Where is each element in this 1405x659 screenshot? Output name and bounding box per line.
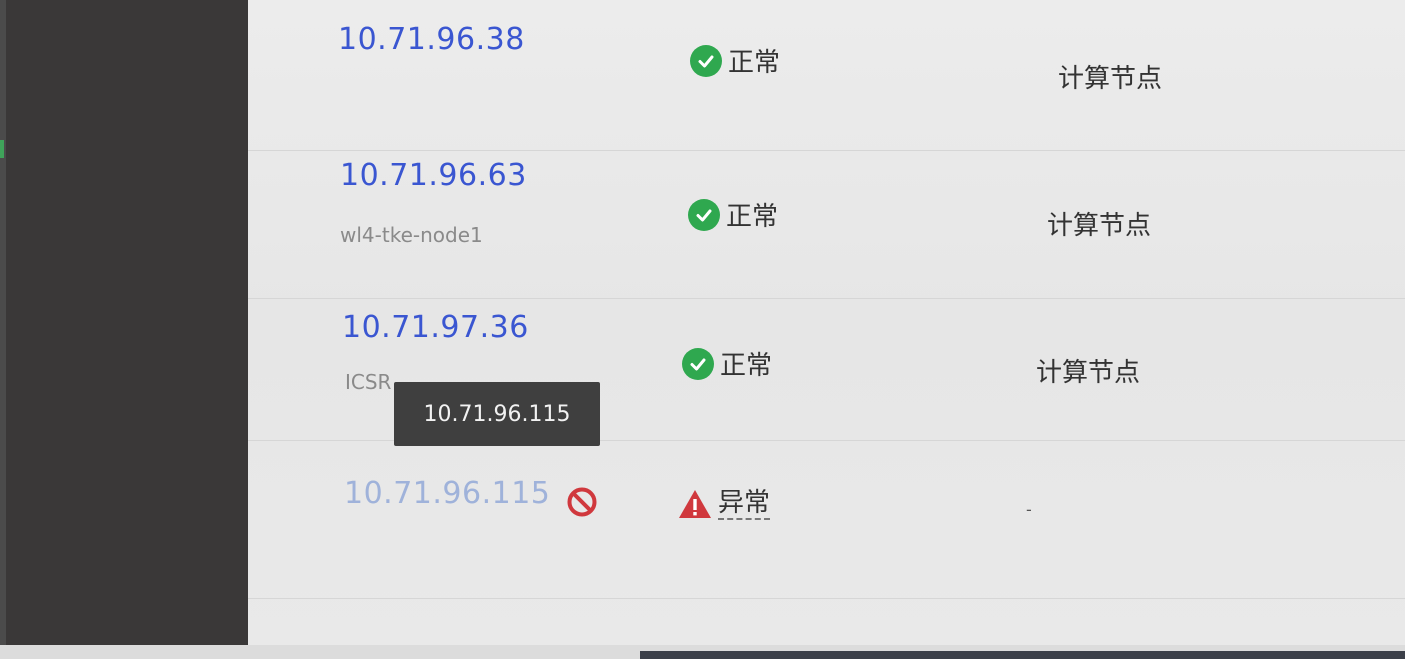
role-label: - [1026,500,1032,519]
status-label[interactable]: 异常 [718,488,771,520]
node-ip-link[interactable]: 10.71.96.38 [338,22,525,57]
tooltip-text: 10.71.96.115 [423,401,571,427]
check-circle-icon [682,347,714,380]
status-cell: 正常 [682,345,772,382]
node-hostname: ICSR [345,370,392,394]
status-cell: 正常 [690,42,780,79]
warning-triangle-icon [678,489,712,519]
row-divider [248,598,1405,599]
role-label: 计算节点 [1036,358,1141,388]
bottom-strip [0,645,1405,659]
check-circle-icon [690,44,722,77]
node-hostname: wl4-tke-node1 [340,223,483,247]
sidebar-active-marker [0,140,4,158]
role-label: 计算节点 [1047,211,1152,241]
left-sidebar [0,0,248,645]
row-divider [248,150,1405,151]
role-label: 计算节点 [1058,64,1163,94]
node-ip-link[interactable]: 10.71.96.63 [340,158,527,193]
ip-tooltip: 10.71.96.115 [394,382,600,446]
taskbar-edge [640,651,1405,659]
node-ip-link[interactable]: 10.71.96.115 [344,476,550,511]
status-cell: 正常 [688,196,778,233]
forbidden-icon [566,486,598,518]
status-label: 正常 [728,48,781,78]
check-circle-icon [688,198,720,231]
status-cell: 异常 [678,488,771,520]
sidebar-edge [0,0,6,645]
row-divider [248,298,1405,299]
status-label: 正常 [720,351,773,381]
status-label: 正常 [726,202,779,232]
node-ip-link[interactable]: 10.71.97.36 [342,310,529,345]
